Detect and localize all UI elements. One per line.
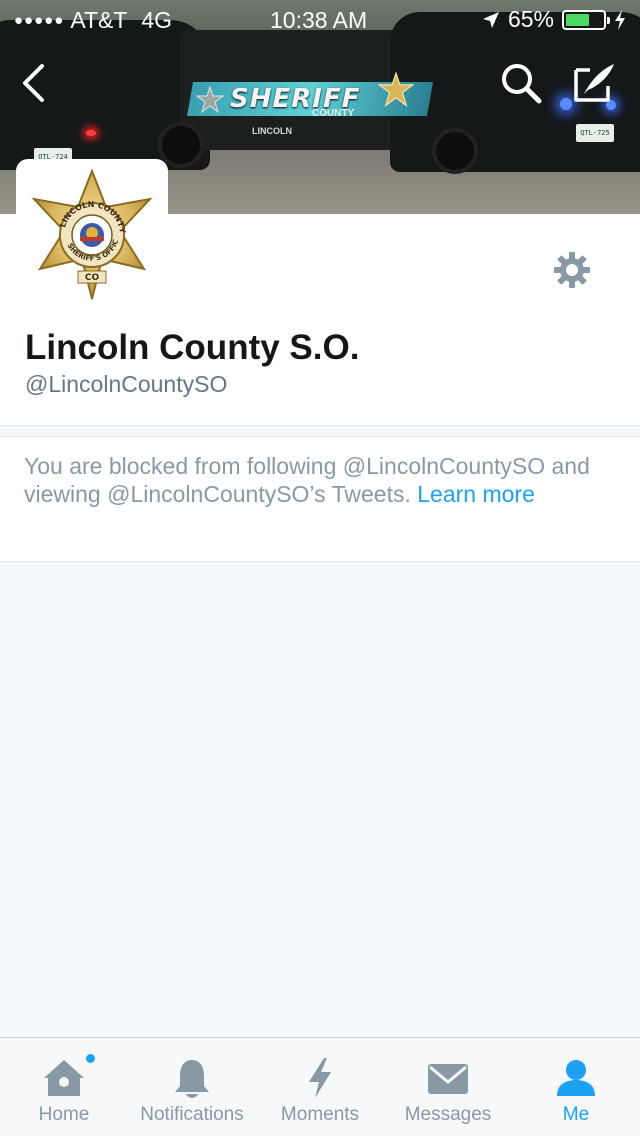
tab-moments[interactable]: Moments (256, 1038, 384, 1136)
back-button[interactable] (8, 58, 58, 108)
banner-star-decal (196, 86, 224, 114)
banner-county-text: COUNTY (312, 108, 355, 119)
carrier-name: AT&T (70, 6, 128, 33)
person-icon (557, 1060, 595, 1096)
banner-wheel (158, 122, 204, 168)
tab-home-label: Home (38, 1104, 90, 1125)
status-time: 10:38 AM (270, 7, 368, 33)
compose-button[interactable] (570, 58, 620, 108)
banner-star-decal (378, 72, 414, 108)
search-button[interactable] (496, 58, 546, 108)
tab-moments-label: Moments (280, 1104, 360, 1125)
svg-text:CO: CO (85, 273, 100, 283)
bell-icon (175, 1060, 209, 1098)
battery-percent: 65% (507, 6, 554, 32)
battery-icon (562, 9, 610, 30)
tab-me[interactable]: Me (512, 1038, 640, 1136)
tab-bar: Home Notifications Moments Messages Me (0, 1037, 640, 1136)
lightning-icon (309, 1058, 331, 1098)
back-chevron-icon (23, 64, 44, 102)
search-icon (502, 64, 542, 104)
battery-fill (566, 13, 590, 26)
learn-more-link[interactable]: Learn more (417, 481, 535, 507)
home-notification-dot (84, 1052, 97, 1065)
signal-strength: ●●●●● (14, 11, 65, 29)
location-arrow-icon (482, 11, 499, 28)
blocked-notice: You are blocked from following @LincolnC… (0, 436, 640, 562)
network-type: 4G (141, 6, 173, 33)
profile-handle: @LincolnCountySO (25, 371, 228, 397)
banner-tail-light (86, 130, 96, 136)
tab-messages-label: Messages (404, 1104, 492, 1125)
profile-name: Lincoln County S.O. (25, 328, 360, 367)
tab-me-label: Me (562, 1104, 590, 1125)
banner-lincoln-text: LINCOLN (252, 126, 292, 136)
charging-bolt-icon (615, 9, 625, 30)
compose-icon (574, 64, 614, 102)
banner-plate-right: QTL-725 (576, 124, 614, 142)
tab-notifications-label: Notifications (140, 1104, 244, 1125)
status-right: 65% (482, 6, 626, 33)
profile-avatar[interactable]: LINCOLN COUNTY SHERIFF'S OFFICE CO (16, 159, 168, 311)
settings-button[interactable] (546, 244, 598, 296)
envelope-icon (428, 1064, 468, 1094)
status-bar: ●●●●● AT&T 4G 10:38 AM 65% (0, 0, 640, 40)
tab-home[interactable]: Home (0, 1038, 128, 1136)
home-icon (44, 1060, 84, 1096)
tab-notifications[interactable]: Notifications (128, 1038, 256, 1136)
banner-wheel (432, 128, 478, 174)
gear-icon (554, 252, 590, 288)
sheriff-badge-logo: LINCOLN COUNTY SHERIFF'S OFFICE CO (24, 167, 153, 300)
tab-messages[interactable]: Messages (384, 1038, 512, 1136)
